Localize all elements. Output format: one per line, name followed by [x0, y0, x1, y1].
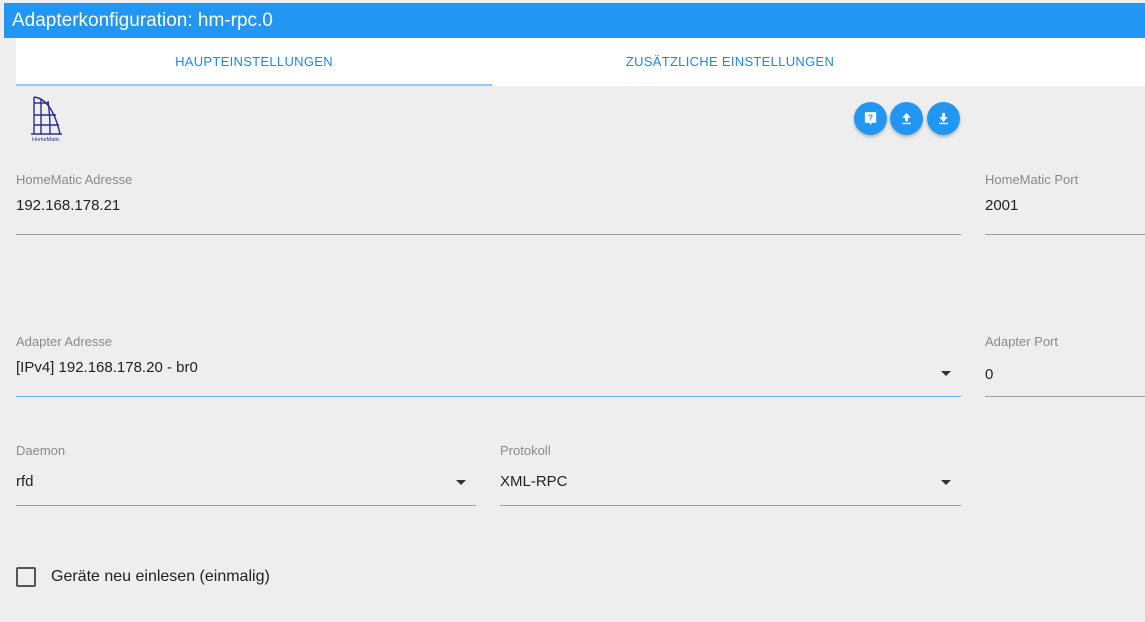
download-button[interactable]: [927, 102, 960, 135]
upload-icon: [902, 112, 911, 125]
protocol-underline: [500, 505, 961, 506]
tab-main-settings[interactable]: HAUPTEINSTELLUNGEN: [16, 38, 492, 86]
adapter-port-field[interactable]: Adapter Port 0: [985, 334, 1145, 398]
logo-text: HomeMatic: [32, 137, 60, 143]
download-icon: [939, 112, 948, 125]
daemon-underline: [16, 505, 476, 506]
adapter-address-label: Adapter Adresse: [16, 334, 113, 349]
adapter-port-input[interactable]: 0: [985, 366, 993, 383]
chevron-down-icon[interactable]: [456, 480, 466, 485]
homematic-port-label: HomeMatic Port: [985, 172, 1079, 187]
reload-devices-checkbox[interactable]: [16, 567, 36, 587]
homematic-logo: HomeMatic: [28, 93, 68, 143]
tab-bar: HAUPTEINSTELLUNGEN ZUSÄTZLICHE EINSTELLU…: [16, 38, 1145, 86]
daemon-value[interactable]: rfd: [16, 473, 34, 490]
reload-devices-label[interactable]: Geräte neu einlesen (einmalig): [51, 568, 270, 586]
upload-button[interactable]: [890, 102, 923, 135]
homematic-port-field[interactable]: HomeMatic Port 2001: [985, 172, 1145, 236]
adapter-address-underline: [16, 396, 961, 397]
homematic-address-field[interactable]: HomeMatic Adresse 192.168.178.21: [16, 172, 961, 236]
chevron-down-icon[interactable]: [941, 480, 951, 485]
svg-text:?: ?: [868, 113, 873, 123]
daemon-select[interactable]: Daemon rfd: [16, 443, 476, 507]
help-icon: ?: [864, 112, 877, 125]
protocol-value[interactable]: XML-RPC: [500, 473, 568, 490]
homematic-address-input[interactable]: 192.168.178.21: [16, 197, 120, 214]
protocol-select[interactable]: Protokoll XML-RPC: [500, 443, 961, 507]
homematic-port-underline: [985, 234, 1145, 235]
homematic-address-label: HomeMatic Adresse: [16, 172, 133, 187]
daemon-label: Daemon: [16, 443, 66, 458]
adapter-address-value[interactable]: [IPv4] 192.168.178.20 - br0: [16, 359, 198, 376]
homematic-port-input[interactable]: 2001: [985, 197, 1018, 214]
adapter-port-underline: [985, 396, 1145, 397]
adapter-address-select[interactable]: Adapter Adresse [IPv4] 192.168.178.20 - …: [16, 334, 961, 398]
window-title: Adapterkonfiguration: hm-rpc.0: [4, 3, 1145, 38]
chevron-down-icon[interactable]: [941, 371, 951, 376]
help-button[interactable]: ?: [854, 102, 887, 135]
homematic-address-underline: [16, 234, 961, 235]
adapter-port-label: Adapter Port: [985, 334, 1058, 349]
tab-indicator: [16, 84, 492, 86]
protocol-label: Protokoll: [500, 443, 551, 458]
adapter-config-page: Adapterkonfiguration: hm-rpc.0 HAUPTEINS…: [0, 0, 1145, 622]
tab-additional-settings[interactable]: ZUSÄTZLICHE EINSTELLUNGEN: [492, 38, 968, 86]
